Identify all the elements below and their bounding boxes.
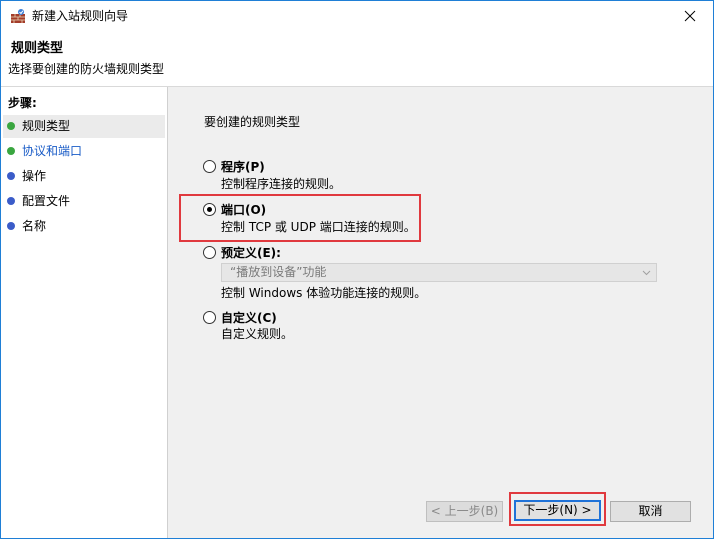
steps-panel: 步骤: 规则类型 协议和端口 操作 配置文件 名称 xyxy=(1,87,167,538)
steps-title: 步骤: xyxy=(8,96,37,110)
rule-type-prompt: 要创建的规则类型 xyxy=(204,115,301,129)
firewall-icon xyxy=(11,9,25,23)
title-bar: 新建入站规则向导 xyxy=(1,1,713,31)
step-status-dot-icon xyxy=(7,197,15,205)
option-port-label[interactable]: 端口(O) xyxy=(221,201,266,218)
step-name[interactable]: 名称 xyxy=(3,215,165,238)
option-predefined-label[interactable]: 预定义(E): xyxy=(221,244,281,261)
back-button[interactable]: < 上一步(B) xyxy=(426,501,503,522)
predefined-select-value: “播放到设备”功能 xyxy=(230,265,327,279)
step-protocol-ports[interactable]: 协议和端口 xyxy=(3,140,165,163)
chevron-down-icon xyxy=(642,270,651,276)
step-status-dot-icon xyxy=(7,147,15,155)
radio-program[interactable] xyxy=(203,160,216,173)
next-button[interactable]: 下一步(N) > xyxy=(514,500,601,521)
wizard-window: 新建入站规则向导 规则类型 选择要创建的防火墙规则类型 步骤: 规则类型 协议和… xyxy=(0,0,714,539)
page-title: 规则类型 xyxy=(11,41,64,56)
main-content: 要创建的规则类型 程序(P) 控制程序连接的规则。 端口(O) 控制 TCP 或… xyxy=(168,87,713,538)
step-action[interactable]: 操作 xyxy=(3,165,165,188)
window-title: 新建入站规则向导 xyxy=(32,9,129,23)
step-status-dot-icon xyxy=(7,222,15,230)
step-status-dot-icon xyxy=(7,122,15,130)
option-program-label[interactable]: 程序(P) xyxy=(221,158,265,175)
step-label: 操作 xyxy=(22,169,47,183)
radio-predefined[interactable] xyxy=(203,246,216,259)
option-custom-desc: 自定义规则。 xyxy=(221,327,294,341)
option-program-desc: 控制程序连接的规则。 xyxy=(221,177,342,191)
page-subtitle: 选择要创建的防火墙规则类型 xyxy=(8,62,165,76)
step-rule-type[interactable]: 规则类型 xyxy=(3,115,165,138)
radio-custom[interactable] xyxy=(203,311,216,324)
step-label: 名称 xyxy=(22,219,47,233)
step-profile[interactable]: 配置文件 xyxy=(3,190,165,213)
radio-port[interactable] xyxy=(203,203,216,216)
option-port-desc: 控制 TCP 或 UDP 端口连接的规则。 xyxy=(221,220,416,234)
step-label: 规则类型 xyxy=(22,119,71,133)
step-label: 配置文件 xyxy=(22,194,71,208)
step-label: 协议和端口 xyxy=(22,144,83,158)
close-button[interactable] xyxy=(667,1,713,31)
wizard-header: 规则类型 选择要创建的防火墙规则类型 xyxy=(1,31,713,87)
option-predefined-desc: 控制 Windows 体验功能连接的规则。 xyxy=(221,286,427,300)
predefined-select: “播放到设备”功能 xyxy=(221,263,657,282)
cancel-button[interactable]: 取消 xyxy=(610,501,691,522)
close-icon xyxy=(684,10,696,22)
option-custom-label[interactable]: 自定义(C) xyxy=(221,309,277,326)
step-status-dot-icon xyxy=(7,172,15,180)
